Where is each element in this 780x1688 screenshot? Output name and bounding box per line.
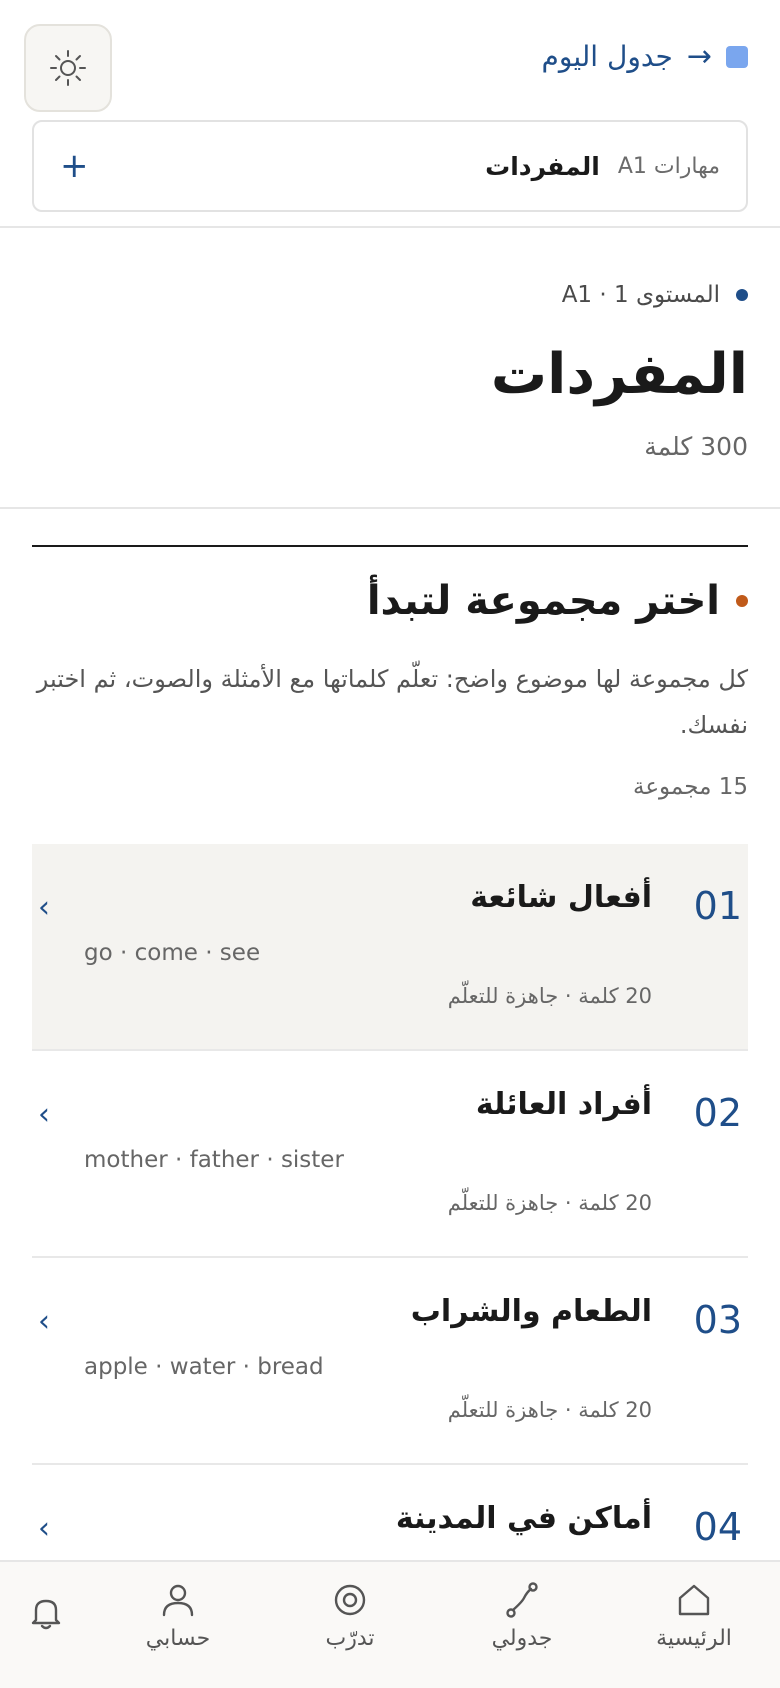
user-icon <box>162 1584 194 1617</box>
group-title: أفراد العائلة <box>475 1087 652 1122</box>
breadcrumb-current: المفردات <box>485 151 600 181</box>
group-meta: 20 كلمة · جاهزة للتعلّم <box>447 1191 652 1215</box>
arrow-icon: → <box>686 38 712 74</box>
chevron-left-icon: › <box>38 1304 50 1339</box>
nav-account-label: حسابي <box>145 1626 211 1651</box>
today-schedule-link[interactable]: → جدول اليوم <box>542 40 748 73</box>
home-icon <box>678 1584 710 1616</box>
chevron-left-icon: › <box>38 890 50 925</box>
sun-icon <box>50 50 86 86</box>
nav-schedule-label: جدولي <box>491 1626 553 1651</box>
theme-toggle-button[interactable] <box>24 24 112 112</box>
group-number: 01 <box>693 884 742 928</box>
group-sample-words: mother · father · sister <box>84 1147 344 1173</box>
level-indicator: المستوى 1 · A1 <box>562 282 748 308</box>
nav-account[interactable]: حسابي <box>118 1580 238 1651</box>
chevron-left-icon: › <box>38 1097 50 1132</box>
app-screen: → جدول اليوم مهارات A1 المفردات + المستو… <box>0 0 780 1688</box>
group-row[interactable]: 01 أفعال شائعة go · come · see 20 كلمة ·… <box>32 844 748 1051</box>
choose-group-description: كل مجموعة لها موضوع واضح: تعلّم كلماتها … <box>36 665 748 739</box>
group-title: الطعام والشراب <box>410 1294 652 1329</box>
heading-dot <box>736 595 748 607</box>
nav-train[interactable]: تدرّب <box>290 1580 410 1651</box>
bottom-nav: الرئيسية جدولي تدرّب حسابي <box>0 1560 780 1688</box>
group-sample-words: apple · water · bread <box>84 1354 324 1380</box>
breadcrumb: مهارات A1 المفردات + <box>32 120 748 212</box>
group-title: أفعال شائعة <box>470 880 652 915</box>
word-count: 300 كلمة <box>644 432 748 461</box>
nav-home-label: الرئيسية <box>656 1626 732 1651</box>
group-count: 15 مجموعة <box>633 774 748 800</box>
group-row[interactable]: 03 الطعام والشراب apple · water · bread … <box>32 1258 748 1465</box>
group-sample-words: go · come · see <box>84 940 261 966</box>
group-number: 02 <box>693 1091 742 1135</box>
group-number: 04 <box>693 1505 742 1549</box>
add-button[interactable]: + <box>60 149 89 183</box>
choose-group-heading: اختر مجموعة لتبدأ <box>367 578 748 624</box>
chevron-left-icon: › <box>38 1511 50 1546</box>
route-icon <box>506 1582 538 1618</box>
group-number: 03 <box>693 1298 742 1342</box>
today-schedule-label: جدول اليوم <box>541 40 673 73</box>
level-dot <box>736 289 748 301</box>
bell-icon <box>31 1599 61 1630</box>
group-list: 01 أفعال شائعة go · come · see 20 كلمة ·… <box>32 844 748 1672</box>
group-meta: 20 كلمة · جاهزة للتعلّم <box>447 984 652 1008</box>
level-label: المستوى 1 · A1 <box>561 282 720 308</box>
section-divider <box>32 545 748 547</box>
square-icon <box>726 45 748 68</box>
breadcrumb-skills[interactable]: مهارات A1 <box>618 154 720 179</box>
nav-notifications[interactable] <box>0 1592 106 1638</box>
choose-group-title: اختر مجموعة لتبدأ <box>366 578 720 624</box>
nav-train-label: تدرّب <box>325 1626 375 1651</box>
page-title: المفردات <box>490 342 748 407</box>
top-bar: → جدول اليوم مهارات A1 المفردات + <box>0 0 780 228</box>
target-icon <box>334 1584 366 1616</box>
nav-schedule[interactable]: جدولي <box>462 1580 582 1651</box>
group-row[interactable]: 02 أفراد العائلة mother · father · siste… <box>32 1051 748 1258</box>
nav-home[interactable]: الرئيسية <box>634 1580 754 1651</box>
group-meta: 20 كلمة · جاهزة للتعلّم <box>447 1398 652 1422</box>
divider <box>0 507 780 509</box>
group-title: أماكن في المدينة <box>395 1501 652 1536</box>
